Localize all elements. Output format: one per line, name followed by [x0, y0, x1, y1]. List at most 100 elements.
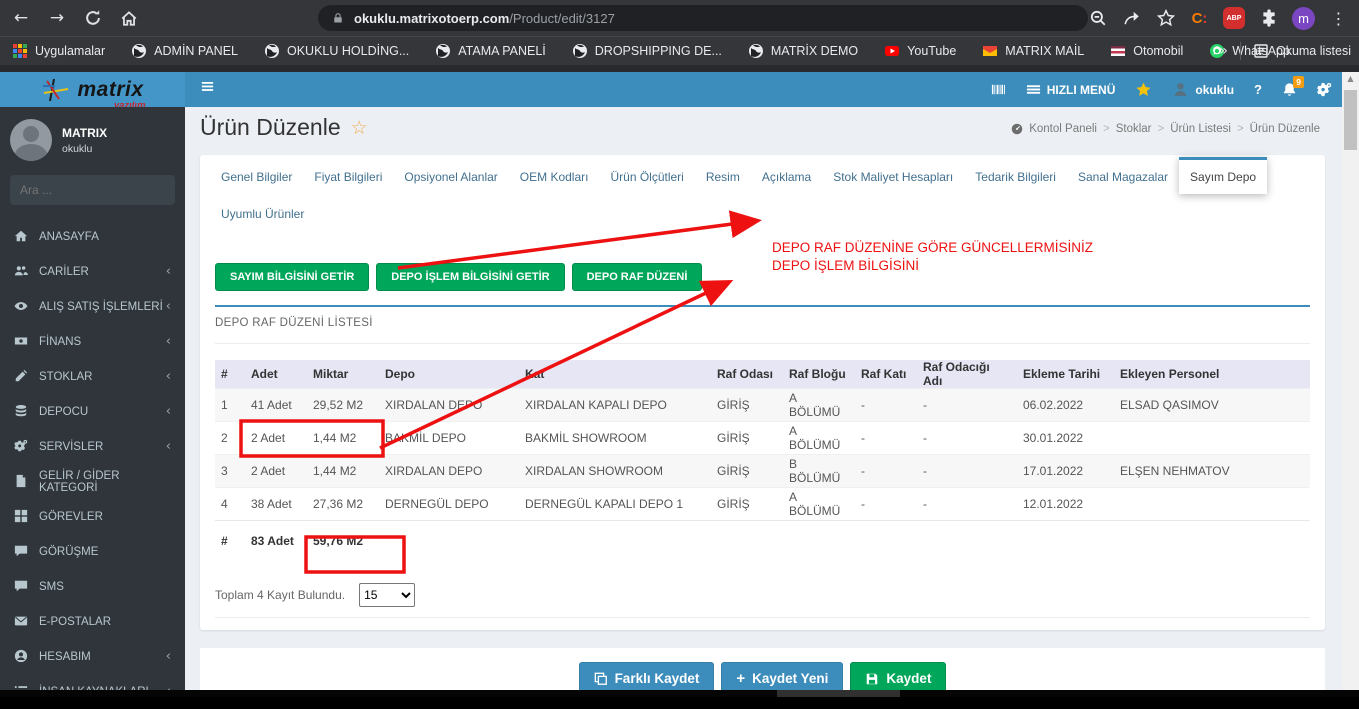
extensions-puzzle-icon[interactable]	[1258, 8, 1279, 29]
table-cell: ELSAD QASIMOV	[1114, 388, 1310, 422]
depo-raf-duzenii-button[interactable]: DEPO RAF DÜZENİ	[571, 263, 703, 291]
sidebar-item-stoklar[interactable]: STOKLAR ‹	[0, 359, 185, 394]
chevron-left-icon: ‹	[165, 369, 171, 384]
tab-tedarik-bilgileri[interactable]: Tedarik Bilgileri	[964, 160, 1067, 194]
sidebar-toggle-icon[interactable]	[200, 79, 222, 101]
sidebar-item-fiinans[interactable]: FİNANS ‹	[0, 324, 185, 359]
tab-aciklama[interactable]: Açıklama	[751, 160, 822, 194]
navbar-star-icon[interactable]	[1135, 81, 1152, 98]
comment-icon	[14, 544, 29, 559]
bookmark-item-matriix-demo[interactable]: MATRİX DEMO	[748, 43, 858, 59]
plus-icon: +	[736, 670, 746, 687]
table-cell: XIRDALAN SHOWROOM	[519, 454, 711, 488]
sidebar-item-depocu[interactable]: DEPOCU ‹	[0, 394, 185, 429]
dashboard-icon	[1011, 123, 1023, 135]
browser-back-button[interactable]: ←	[6, 4, 36, 32]
table-row[interactable]: 1 41 Adet 29,52 M2 XIRDALAN DEPO XIRDALAN KA…	[215, 388, 1310, 422]
sidebar-item-anasayfa[interactable]: ANASAYFA	[0, 219, 185, 254]
extension-adblock-icon[interactable]: ABP	[1223, 7, 1245, 29]
reading-list-label[interactable]: Okuma listesi	[1276, 44, 1351, 58]
sidebar-item-sms[interactable]: SMS	[0, 569, 185, 604]
table-row[interactable]: 4 38 Adet 27,36 M2 DERNEGÜL DEPO DERNEGÜL KA…	[215, 487, 1310, 521]
depo-iislem-biilgiisiinii-getiir-button[interactable]: DEPO İŞLEM BİLGİSİNİ GETİR	[376, 263, 565, 291]
sidebar-menu: ANASAYFA CARİLER ‹ ALIŞ SATIŞ İŞLEMLERİ ‹ FİN…	[0, 219, 185, 709]
bookmark-item-dropshipping-de[interactable]: DROPSHIPPING DE...	[572, 43, 722, 59]
help-icon[interactable]: ?	[1254, 82, 1262, 97]
settings-cogs-icon[interactable]	[1317, 82, 1332, 97]
sidebar-item-hesabim[interactable]: HESABIM ‹	[0, 639, 185, 674]
tab-oem-kodlari[interactable]: OEM Kodları	[509, 160, 600, 194]
scrollbar-thumb[interactable]	[1344, 90, 1357, 150]
table-cell: -	[855, 388, 917, 422]
breadcrumb-item-stoklar[interactable]: Stoklar	[1116, 123, 1152, 135]
sidebar-item-gorusme[interactable]: GÖRÜŞME	[0, 534, 185, 569]
bookmark-item-uygulamalar[interactable]: Uygulamalar	[12, 43, 105, 59]
quick-menu-button[interactable]: HIZLI MENÜ	[1026, 82, 1115, 97]
table-cell: 4	[215, 487, 245, 521]
barcode-icon[interactable]	[991, 82, 1006, 97]
address-bar[interactable]: okuklu.matrixotoerp.com/Product/edit/312…	[318, 5, 1088, 31]
sidebar-item-alis-satis-iislemlerii[interactable]: ALIŞ SATIŞ İŞLEMLERİ ‹	[0, 289, 185, 324]
tab-opsiyonel-alanlar[interactable]: Opsiyonel Alanlar	[393, 160, 508, 194]
tab-genel-bilgiler[interactable]: Genel Bilgiler	[210, 160, 303, 194]
app-logo[interactable]: matrix yazılım	[0, 72, 185, 111]
table-cell: 1,44 M2	[307, 421, 379, 455]
table-cell: -	[917, 487, 1017, 521]
sidebar-item-gorevler[interactable]: GÖREVLER	[0, 499, 185, 534]
table-cell: XIRDALAN DEPO	[379, 454, 519, 488]
bookmark-star-icon[interactable]	[1155, 8, 1176, 29]
total-cell	[855, 520, 917, 561]
comment-icon	[14, 579, 29, 594]
main-content: Ürün Düzenle ☆ Kontol Paneli > Stoklar > Ürü…	[185, 107, 1342, 695]
table-cell: ELŞEN NEHMATOV	[1114, 454, 1310, 488]
tab-stok-maliyet-hesaplari[interactable]: Stok Maliyet Hesapları	[822, 160, 964, 194]
extension-colorzilla-icon[interactable]: C:	[1189, 8, 1210, 29]
share-icon[interactable]	[1121, 8, 1142, 29]
bookmarks-overflow-chevron[interactable]: »	[1219, 43, 1228, 59]
sidebar-search-input[interactable]	[20, 183, 175, 197]
page-gap-strip	[0, 65, 1359, 72]
table-cell: A BÖLÜMÜ	[783, 487, 855, 521]
table-row[interactable]: 22 Adet 1,44 M2 BAKMİL DEPO BAKMİL SHOWROOM…	[215, 421, 1310, 455]
browser-menu-icon[interactable]: ⋮	[1328, 8, 1349, 29]
tab-urun-olcutleri[interactable]: Ürün Ölçütleri	[599, 160, 694, 194]
bookmark-item-matrix-maiil[interactable]: MATRIX MAİL	[982, 43, 1084, 59]
bookmark-item-admiin-panel[interactable]: ADMİN PANEL	[131, 43, 238, 59]
notifications-bell-icon[interactable]: 9	[1282, 76, 1304, 97]
light-divider	[215, 343, 1310, 344]
sayim-biilgiisiinii-getiir-button[interactable]: SAYIM BİLGİSİNİ GETİR	[215, 263, 370, 291]
browser-home-button[interactable]	[114, 4, 144, 32]
bookmark-item-atama-panelii[interactable]: ATAMA PANELİ	[435, 43, 546, 59]
globe-icon	[748, 43, 764, 59]
tab-fiyat-bilgileri[interactable]: Fiyat Bilgileri	[303, 160, 393, 194]
navbar-user-button[interactable]: okuklu	[1172, 81, 1234, 98]
tab-sanal-magazalar[interactable]: Sanal Magazalar	[1067, 160, 1179, 194]
table-cell: A BÖLÜMÜ	[783, 421, 855, 455]
favorite-star-icon[interactable]: ☆	[351, 117, 368, 139]
page-title: Ürün Düzenle	[200, 114, 341, 140]
bookmark-item-youtube[interactable]: YouTube	[884, 43, 956, 59]
page-size-select[interactable]: 15	[359, 583, 416, 607]
browser-forward-button[interactable]: →	[42, 4, 72, 32]
profile-avatar[interactable]: m	[1292, 6, 1315, 30]
browser-reload-button[interactable]	[78, 4, 108, 32]
page-scrollbar[interactable]: ▲	[1342, 72, 1359, 697]
sidebar-item-serviisler[interactable]: SERVİSLER ‹	[0, 429, 185, 464]
breadcrumb-item-kontol-paneli[interactable]: Kontol Paneli	[1029, 123, 1097, 135]
sidebar-search[interactable]	[10, 175, 190, 212]
annotation-line-2: DEPO İŞLEM BİLGİSİNİ	[772, 258, 920, 273]
sidebar-item-cariiler[interactable]: CARİLER ‹	[0, 254, 185, 289]
table-header-depo: Depo	[379, 360, 519, 389]
tab-resim[interactable]: Resim	[695, 160, 751, 194]
table-row[interactable]: 32 Adet 1,44 M2 XIRDALAN DEPO XIRDALAN SHOW…	[215, 454, 1310, 488]
bookmark-item-okuklu-holdiing[interactable]: OKUKLU HOLDİNG...	[264, 43, 409, 59]
bookmark-item-otomobil[interactable]: Otomobil	[1110, 43, 1183, 59]
sidebar-item-geliir-giider-kategorii[interactable]: GELİR / GİDER KATEGORİ	[0, 464, 185, 499]
tab-uyumlu-urunler[interactable]: Uyumlu Ürünler	[210, 197, 315, 231]
sidebar-item-e-postalar[interactable]: E-POSTALAR	[0, 604, 185, 639]
table-cell: 38 Adet	[245, 487, 307, 521]
tab-sayim-depo[interactable]: Sayım Depo	[1179, 157, 1268, 194]
scroll-up-arrow[interactable]: ▲	[1342, 74, 1359, 83]
zoom-icon[interactable]	[1087, 8, 1108, 29]
breadcrumb-item-urun-listesi[interactable]: Ürün Listesi	[1170, 123, 1231, 135]
